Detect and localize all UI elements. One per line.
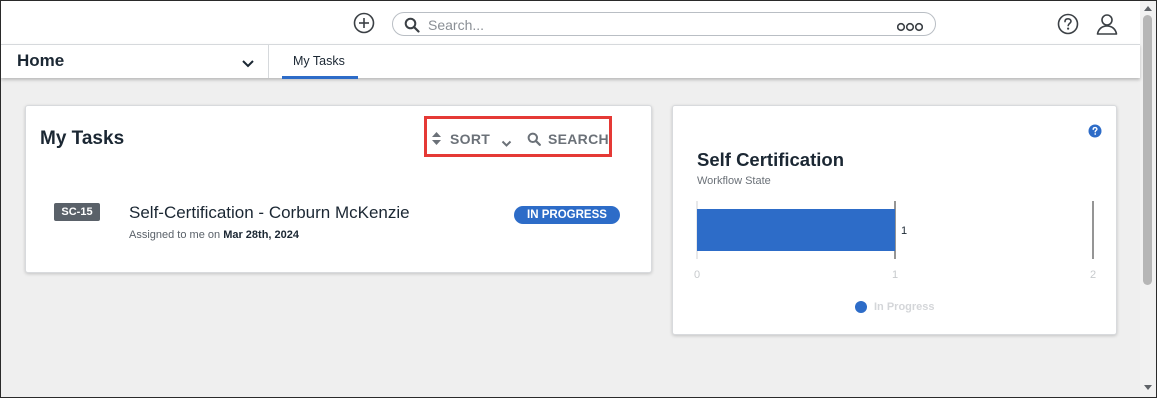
- user-icon[interactable]: [1095, 12, 1119, 36]
- active-tab-indicator: [282, 76, 358, 79]
- search-icon: [404, 17, 420, 33]
- search-icon[interactable]: [527, 132, 541, 146]
- my-tasks-title: My Tasks: [40, 128, 125, 149]
- legend-label-in-progress[interactable]: In Progress: [874, 301, 935, 313]
- self-certification-title: Self Certification: [697, 149, 844, 170]
- chart-x-tick-label: 2: [1090, 269, 1096, 281]
- global-search-input[interactable]: Search...: [392, 12, 936, 36]
- task-assigned-date: Mar 28th, 2024: [223, 229, 300, 241]
- nav-bar: Home My Tasks: [1, 44, 1140, 79]
- sort-button[interactable]: SORT: [450, 131, 490, 147]
- scroll-up-arrow-icon[interactable]: [1144, 6, 1152, 11]
- task-title-link[interactable]: Self-Certification - Corburn McKenzie: [129, 203, 410, 223]
- plus-circle-icon[interactable]: [353, 12, 375, 34]
- vertical-scrollbar[interactable]: [1140, 1, 1156, 397]
- task-row[interactable]: SC-15 Self-Certification - Corburn McKen…: [26, 194, 651, 250]
- chart-x-tick-label: 1: [892, 269, 898, 281]
- task-assigned-prefix: Assigned to me on: [129, 229, 221, 241]
- top-bar: Search...: [1, 1, 1140, 44]
- task-id-badge: SC-15: [54, 203, 100, 221]
- search-button[interactable]: SEARCH: [548, 131, 609, 147]
- options-icon[interactable]: [896, 19, 924, 32]
- chart-data-label: 1: [901, 225, 907, 237]
- help-icon[interactable]: [1057, 13, 1079, 35]
- task-assigned-line: Assigned to me on Mar 28th, 2024: [129, 229, 299, 241]
- workflow-state-chart: 0 1 2 1: [694, 201, 1096, 281]
- tab-my-tasks[interactable]: My Tasks: [282, 45, 358, 79]
- self-certification-card: Self Certification Workflow State 0 1 2 1 I…: [672, 105, 1117, 335]
- my-tasks-card: My Tasks SORT SEARCH SC-15 Self-Certific…: [25, 105, 652, 273]
- workflow-state-subtitle: Workflow State: [697, 175, 771, 187]
- legend-dot-in-progress: [855, 301, 867, 313]
- scroll-thumb[interactable]: [1143, 15, 1152, 285]
- tab-my-tasks-label: My Tasks: [293, 54, 345, 68]
- info-icon[interactable]: [1088, 124, 1102, 138]
- scroll-down-arrow-icon[interactable]: [1144, 385, 1152, 390]
- chart-bar: [697, 209, 895, 251]
- sort-arrows-icon[interactable]: [432, 132, 441, 145]
- home-dropdown-label[interactable]: Home: [17, 51, 64, 71]
- search-placeholder: Search...: [428, 17, 485, 33]
- chevron-down-icon[interactable]: [241, 56, 255, 68]
- chevron-down-icon[interactable]: [501, 135, 512, 147]
- nav-divider: [268, 45, 269, 78]
- status-badge: IN PROGRESS: [514, 206, 620, 224]
- chart-x-tick-label: 0: [694, 269, 700, 281]
